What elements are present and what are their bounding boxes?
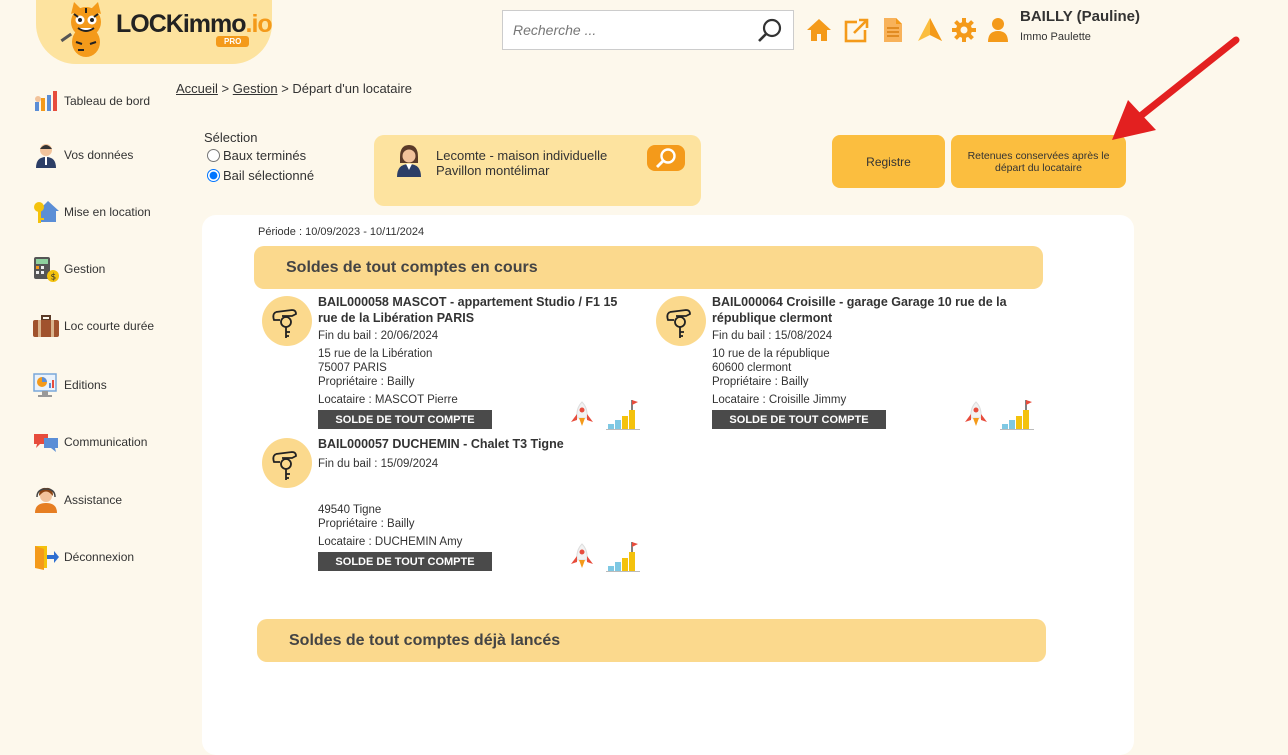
progress-flag-icon[interactable] — [606, 398, 640, 430]
selection-group: Sélection Baux terminés Bail sélectionné — [204, 130, 314, 183]
breadcrumb-separator: > — [281, 81, 289, 96]
rocket-icon[interactable] — [962, 400, 990, 428]
lease-card: BAIL000064 Croisille - garage Garage 10 … — [648, 294, 1038, 434]
paper-plane-icon[interactable] — [917, 17, 943, 43]
search-box — [502, 10, 794, 50]
tenant-avatar-icon — [397, 145, 421, 177]
report-icon — [33, 373, 57, 397]
lease-title: BAIL000057 DUCHEMIN - Chalet T3 Tigne — [318, 437, 564, 451]
search-input[interactable] — [511, 21, 751, 39]
support-agent-icon — [35, 487, 57, 513]
lease-address-line1: 15 rue de la Libération — [318, 348, 433, 360]
logout-icon — [35, 546, 59, 570]
lease-owner: Propriétaire : Bailly — [318, 376, 415, 388]
user-agency: Immo Paulette — [1020, 31, 1091, 43]
lease-end-date: Fin du bail : 15/08/2024 — [712, 330, 833, 342]
sidebar-item-label: Déconnexion — [64, 550, 135, 564]
radio-label: Baux terminés — [223, 148, 307, 163]
sidebar-item-label: Communication — [64, 435, 148, 449]
breadcrumb-gestion-link[interactable]: Gestion — [233, 81, 278, 96]
solde-de-tout-compte-button[interactable]: SOLDE DE TOUT COMPTE — [712, 410, 886, 429]
person-icon — [36, 144, 56, 168]
search-icon — [656, 148, 676, 168]
lease-card: BAIL000058 MASCOT - appartement Studio /… — [254, 294, 644, 434]
sidebar-item-label: Assistance — [64, 493, 123, 507]
gear-icon[interactable] — [951, 17, 977, 43]
rocket-icon[interactable] — [568, 542, 596, 570]
lease-tenant: Locataire : DUCHEMIN Amy — [318, 536, 463, 548]
registre-button[interactable]: Registre — [832, 135, 945, 188]
logo[interactable]: LOCKimmo.io PRO — [36, 0, 273, 64]
user-name: BAILLY (Pauline) — [1020, 8, 1141, 25]
lease-title: BAIL000064 Croisille - garage Garage 10 … — [712, 295, 1007, 325]
lease-address-line2: 75007 PARIS — [318, 362, 387, 374]
radio-label: Bail sélectionné — [223, 168, 315, 183]
radio-bail-selectionne[interactable] — [207, 169, 220, 182]
lease-end-date: Fin du bail : 20/06/2024 — [318, 330, 439, 342]
home-icon[interactable] — [806, 17, 832, 43]
sidebar-item-gestion[interactable]: $ Gestion — [32, 253, 105, 285]
breadcrumb-separator: > — [221, 81, 230, 96]
lease-tenant: Locataire : MASCOT Pierre — [318, 394, 458, 406]
section-lances-header: Soldes de tout comptes déjà lancés — [257, 619, 1046, 662]
selected-lease-text: Lecomte - maison individuelle Pavillon m… — [436, 148, 608, 178]
progress-flag-icon[interactable] — [1000, 398, 1034, 430]
lease-tenant: Locataire : Croisille Jimmy — [712, 394, 847, 406]
sidebar-item-label: Vos données — [64, 148, 134, 162]
lease-card: BAIL000057 DUCHEMIN - Chalet T3 Tigne Fi… — [254, 436, 644, 576]
rocket-icon[interactable] — [568, 400, 596, 428]
red-arrow-annotation — [1112, 36, 1240, 140]
calculator-icon: $ — [34, 257, 59, 283]
radio-baux-termines[interactable] — [207, 149, 220, 162]
cat-mascot-icon — [60, 2, 101, 57]
sidebar-item-label: Gestion — [64, 262, 106, 276]
lease-title: BAIL000058 MASCOT - appartement Studio /… — [318, 295, 618, 325]
svg-text:$: $ — [51, 273, 57, 283]
logo-text: LOCKimmo.io — [116, 10, 273, 38]
dashboard-icon — [35, 91, 57, 111]
sidebar-item-loc-courte-duree[interactable]: Loc courte durée — [32, 310, 154, 342]
sidebar-item-tableau-de-bord[interactable]: Tableau de bord — [32, 85, 150, 117]
chat-bubbles-icon — [34, 434, 58, 452]
selection-title: Sélection — [204, 130, 258, 145]
selected-lease-card: Lecomte - maison individuelle Pavillon m… — [374, 135, 701, 206]
solde-de-tout-compte-button[interactable]: SOLDE DE TOUT COMPTE — [318, 410, 492, 429]
breadcrumb-current: Départ d'un locataire — [292, 81, 412, 96]
lease-address-line2: 60600 clermont — [712, 362, 792, 374]
progress-flag-icon[interactable] — [606, 540, 640, 572]
document-icon[interactable] — [882, 17, 904, 43]
sidebar-item-label: Tableau de bord — [64, 94, 151, 108]
lease-address-line1: 10 rue de la république — [712, 348, 830, 360]
solde-de-tout-compte-button[interactable]: SOLDE DE TOUT COMPTE — [318, 552, 492, 571]
sidebar-item-communication[interactable]: Communication — [32, 426, 147, 458]
lease-address-line2: 49540 Tigne — [318, 504, 382, 516]
sidebar-item-label: Mise en location — [64, 205, 151, 219]
sidebar-item-editions[interactable]: Editions — [32, 369, 107, 401]
breadcrumb-home-link[interactable]: Accueil — [176, 81, 218, 96]
key-hand-icon — [262, 296, 312, 346]
lease-end-date: Fin du bail : 15/09/2024 — [318, 458, 439, 470]
lease-owner: Propriétaire : Bailly — [318, 518, 415, 530]
lease-search-button[interactable] — [647, 145, 685, 171]
sidebar-item-mise-en-location[interactable]: Mise en location — [32, 196, 151, 228]
section-en-cours-header: Soldes de tout comptes en cours — [254, 246, 1043, 289]
house-key-icon — [34, 201, 59, 223]
external-link-icon[interactable] — [844, 17, 870, 43]
logo-pro-badge: PRO — [216, 36, 250, 47]
breadcrumb: Accueil > Gestion > Départ d'un locatair… — [176, 81, 412, 96]
key-hand-icon — [262, 438, 312, 488]
sidebar-item-label: Editions — [64, 378, 107, 392]
sidebar-item-assistance[interactable]: Assistance — [32, 484, 122, 516]
suitcase-icon — [33, 315, 59, 337]
key-hand-icon — [656, 296, 706, 346]
periode-text: Période : 10/09/2023 - 10/11/2024 — [258, 226, 425, 238]
sidebar-item-label: Loc courte durée — [64, 319, 155, 333]
sidebar-item-deconnexion[interactable]: Déconnexion — [32, 541, 134, 573]
user-icon[interactable] — [986, 17, 1010, 43]
sidebar-item-vos-donnees[interactable]: Vos données — [32, 139, 133, 171]
search-icon[interactable] — [757, 18, 783, 44]
lease-owner: Propriétaire : Bailly — [712, 376, 809, 388]
